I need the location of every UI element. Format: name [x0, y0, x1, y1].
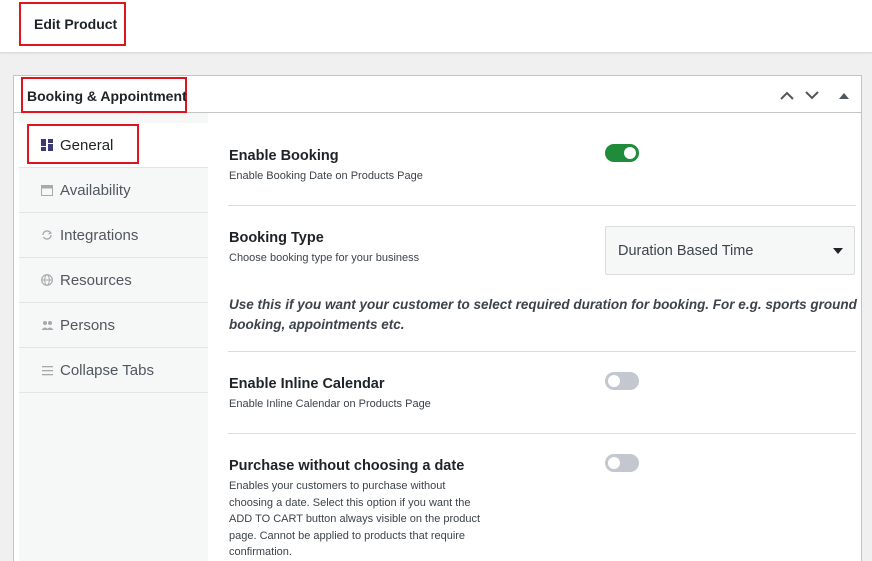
tab-collapse-tabs-label: Collapse Tabs [60, 361, 154, 379]
page-title: Edit Product [19, 2, 126, 46]
divider [228, 205, 856, 206]
triangle-up-icon [839, 92, 849, 99]
booking-tabs-sidebar: General Availability Integrations Resour… [19, 113, 208, 561]
tab-persons-label: Persons [60, 316, 116, 334]
enable-booking-desc: Enable Booking Date on Products Page [229, 170, 423, 182]
top-bar: Edit Product [0, 0, 872, 53]
tab-resources-label: Resources [60, 271, 132, 289]
metabox-header: Booking & Appointment [14, 76, 861, 113]
chevron-down-icon [805, 90, 819, 99]
tab-availability-label: Availability [60, 181, 131, 199]
inline-calendar-toggle[interactable] [605, 372, 639, 390]
metabox-title: Booking & Appointment [21, 77, 187, 113]
inline-calendar-title: Enable Inline Calendar [229, 376, 385, 392]
people-icon [40, 318, 54, 332]
toggle-knob [608, 457, 620, 469]
booking-type-select[interactable]: Duration Based Time [605, 226, 855, 275]
toggle-knob [624, 147, 636, 159]
tab-general-label: General [60, 136, 114, 154]
menu-lines-icon [40, 363, 54, 377]
booking-type-title: Booking Type [229, 230, 324, 246]
caret-down-icon [833, 248, 843, 254]
sync-icon [40, 228, 54, 242]
tab-integrations[interactable]: Integrations [19, 213, 208, 258]
tab-general[interactable]: General [19, 123, 208, 168]
tab-integrations-label: Integrations [60, 226, 139, 244]
booking-type-desc: Choose booking type for your business [229, 252, 420, 264]
chevron-up-icon [780, 91, 794, 100]
move-down-button[interactable] [801, 84, 823, 106]
inline-calendar-desc: Enable Inline Calendar on Products Page [229, 398, 431, 410]
calendar-icon [40, 183, 54, 197]
move-up-button[interactable] [776, 84, 798, 106]
enable-booking-title: Enable Booking [229, 148, 339, 164]
tab-resources[interactable]: Resources [19, 258, 208, 303]
purchase-without-date-toggle[interactable] [605, 454, 639, 472]
toggle-knob [608, 375, 620, 387]
booking-type-selected-value: Duration Based Time [618, 242, 754, 259]
enable-booking-toggle[interactable] [605, 144, 639, 162]
tab-persons[interactable]: Persons [19, 303, 208, 348]
divider [228, 351, 856, 352]
tab-collapse-tabs[interactable]: Collapse Tabs [19, 348, 208, 393]
divider [228, 433, 856, 434]
purchase-without-date-desc: Enables your customers to purchase witho… [229, 480, 481, 558]
grid-icon [40, 138, 54, 152]
globe-icon [40, 273, 54, 287]
toggle-panel-button[interactable] [833, 84, 855, 106]
purchase-without-date-title: Purchase without choosing a date [229, 458, 465, 474]
booking-type-note: Use this if you want your customer to se… [229, 297, 857, 332]
tab-availability[interactable]: Availability [19, 168, 208, 213]
